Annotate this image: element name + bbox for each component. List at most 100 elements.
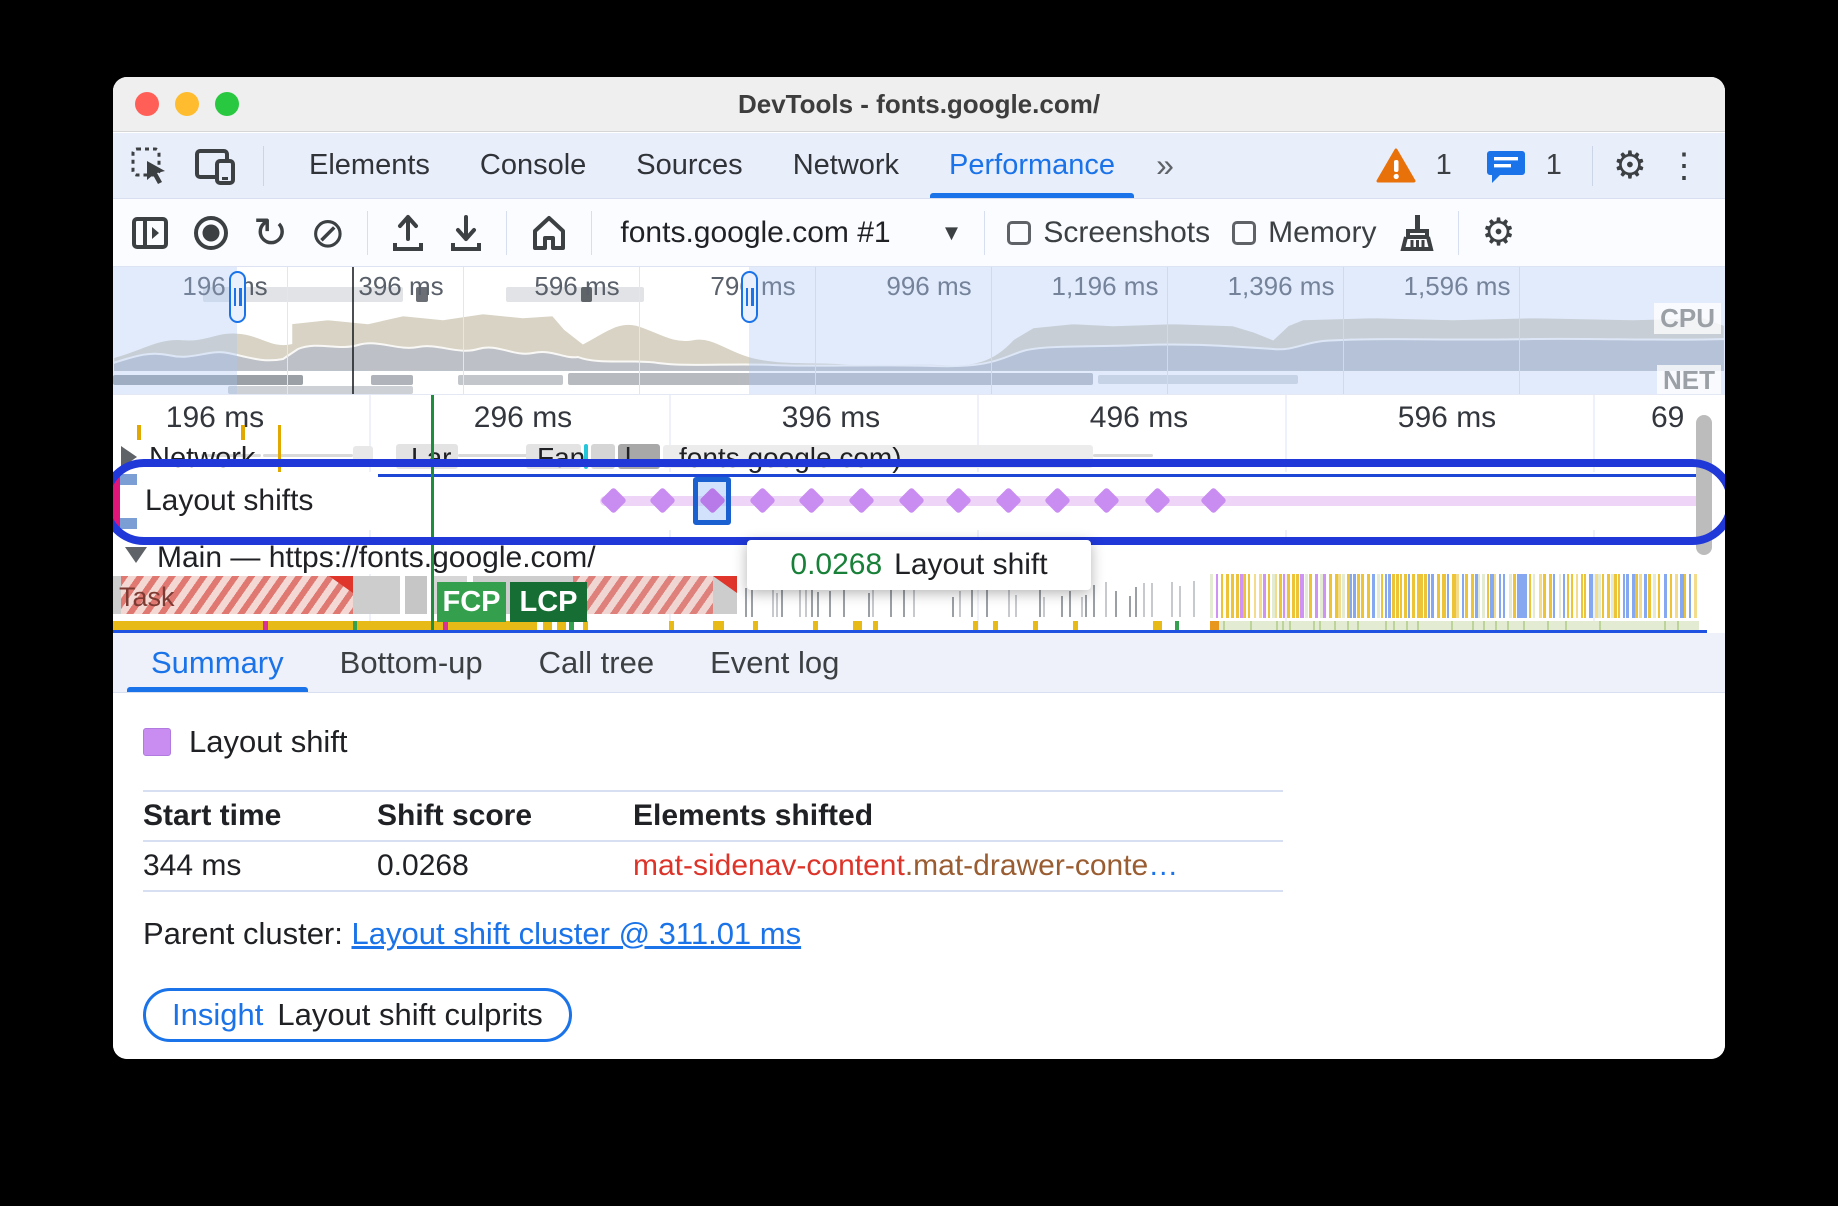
activity-stripe (1618, 574, 1620, 618)
save-profile-icon[interactable] (448, 213, 484, 253)
network-expand-icon[interactable] (121, 446, 137, 468)
toolbar-divider (1458, 211, 1459, 255)
session-select[interactable]: fonts.google.com #1 (620, 216, 890, 250)
timings-segment (1347, 621, 1349, 630)
table-row: 344 ms 0.0268 mat-sidenav-content.mat-dr… (143, 842, 1283, 890)
layout-shift-diamond[interactable] (1144, 487, 1171, 514)
settings-gear-icon[interactable]: ⚙ (1613, 147, 1647, 185)
layout-shift-diamond[interactable] (649, 487, 676, 514)
timings-segment (1319, 621, 1321, 630)
fcp-badge[interactable]: FCP (437, 582, 506, 622)
timings-segment (1547, 621, 1549, 630)
record-icon[interactable] (191, 213, 231, 253)
window-title: DevTools - fonts.google.com/ (113, 89, 1725, 120)
activity-stripe (1576, 574, 1578, 618)
tab-bottom-up[interactable]: Bottom-up (312, 633, 511, 692)
memory-checkbox[interactable] (1232, 221, 1256, 245)
activity-stripe (1598, 574, 1601, 618)
timings-segment (1334, 621, 1336, 630)
timings-segment (569, 621, 574, 630)
activity-stripe (1357, 574, 1360, 618)
screenshots-checkbox[interactable] (1007, 221, 1031, 245)
layout-shift-diamond[interactable] (945, 487, 972, 514)
parent-cluster-link[interactable]: Layout shift cluster @ 311.01 ms (352, 916, 802, 951)
cell-shift-score: 0.0268 (377, 849, 633, 883)
activity-stripe (1283, 574, 1285, 618)
timings-segment (583, 621, 588, 630)
layout-shifts-handle-bottom (120, 518, 137, 529)
capture-settings-gear-icon[interactable]: ⚙ (1481, 214, 1515, 252)
activity-stripe (1292, 574, 1295, 618)
cell-elements[interactable]: mat-sidenav-content.mat-drawer-conte… (633, 849, 1283, 883)
activity-stripe (1275, 574, 1277, 618)
devtools-tabbar: ElementsConsoleSourcesNetworkPerformance… (113, 133, 1725, 199)
lcp-badge[interactable]: LCP (510, 582, 587, 622)
activity-stripe (1509, 574, 1512, 618)
garbage-collect-icon[interactable] (1398, 213, 1436, 253)
session-dropdown-arrow-icon[interactable]: ▼ (941, 220, 963, 246)
timings-segment (713, 621, 724, 630)
layout-shift-diamond[interactable] (1200, 487, 1227, 514)
home-icon[interactable] (529, 213, 569, 253)
tab-sources[interactable]: Sources (611, 133, 767, 198)
activity-stripe (1563, 574, 1565, 618)
more-options-icon[interactable]: ⋮ (1667, 149, 1701, 183)
activity-stripe (1428, 574, 1430, 618)
tab-performance[interactable]: Performance (924, 133, 1140, 198)
timings-segment (1223, 621, 1225, 630)
tracks-scrollbar[interactable] (1696, 415, 1712, 555)
tab-console[interactable]: Console (455, 133, 611, 198)
layout-shifts-track[interactable]: Layout shifts (113, 472, 1725, 530)
main-collapse-icon[interactable] (125, 547, 147, 563)
load-profile-icon[interactable] (390, 213, 426, 253)
layout-shift-diamond[interactable] (749, 487, 776, 514)
timings-segment (1507, 621, 1509, 630)
layout-shift-diamond[interactable] (898, 487, 925, 514)
screenshots-toggle[interactable]: Screenshots (1007, 216, 1210, 250)
activity-stripe (1388, 574, 1391, 618)
activity-stripe (1584, 574, 1586, 618)
task-sliver (872, 590, 874, 617)
tab-call-tree[interactable]: Call tree (511, 633, 682, 692)
timings-segment (853, 621, 862, 630)
activity-stripe (1263, 574, 1266, 618)
tab-network[interactable]: Network (768, 133, 924, 198)
activity-stripe (1243, 574, 1245, 618)
layout-shift-diamond[interactable] (798, 487, 825, 514)
clear-icon[interactable]: ⊘ (310, 212, 345, 254)
task-label: Task (119, 582, 175, 613)
tab-summary[interactable]: Summary (123, 633, 312, 692)
more-tabs-chevron-icon[interactable]: » (1140, 147, 1186, 184)
activity-stripe (1367, 574, 1370, 618)
network-track[interactable]: Network LarFanl…fonts.google.com) (113, 440, 1725, 472)
layout-shift-diamond[interactable] (1044, 487, 1071, 514)
layout-shift-diamond[interactable] (848, 487, 875, 514)
inspect-element-icon[interactable] (131, 147, 169, 185)
selection-handle-left[interactable] (229, 271, 246, 323)
activity-stripe (1259, 574, 1262, 618)
memory-toggle[interactable]: Memory (1232, 216, 1376, 250)
selection-handle-right[interactable] (741, 271, 758, 323)
toggle-sidebar-icon[interactable] (131, 214, 169, 252)
activity-stripe (1320, 574, 1323, 618)
warning-count: 1 (1436, 149, 1452, 182)
issues-chat-icon[interactable] (1486, 148, 1526, 184)
task-sliver (817, 592, 819, 617)
task-sliver (868, 593, 870, 617)
tab-elements[interactable]: Elements (284, 133, 455, 198)
activity-stripe (1216, 574, 1218, 618)
insight-button[interactable]: Insight Layout shift culprits (143, 988, 572, 1042)
overview-ruler-label: 396 ms (358, 271, 443, 302)
tab-event-log[interactable]: Event log (682, 633, 867, 692)
layout-shift-diamond[interactable] (600, 487, 627, 514)
timeline-overview[interactable]: 196 ms396 ms596 ms796 ms996 ms1,196 ms1,… (113, 267, 1725, 395)
timings-segment (873, 621, 878, 630)
device-toolbar-icon[interactable] (195, 147, 237, 185)
task-sliver (829, 591, 831, 617)
activity-stripe (1602, 574, 1604, 618)
layout-shift-diamond[interactable] (995, 487, 1022, 514)
reload-and-record-icon[interactable]: ↻ (253, 212, 288, 254)
layout-shift-diamond[interactable] (1093, 487, 1120, 514)
activity-stripe (1523, 574, 1526, 618)
warning-icon[interactable] (1376, 148, 1416, 184)
